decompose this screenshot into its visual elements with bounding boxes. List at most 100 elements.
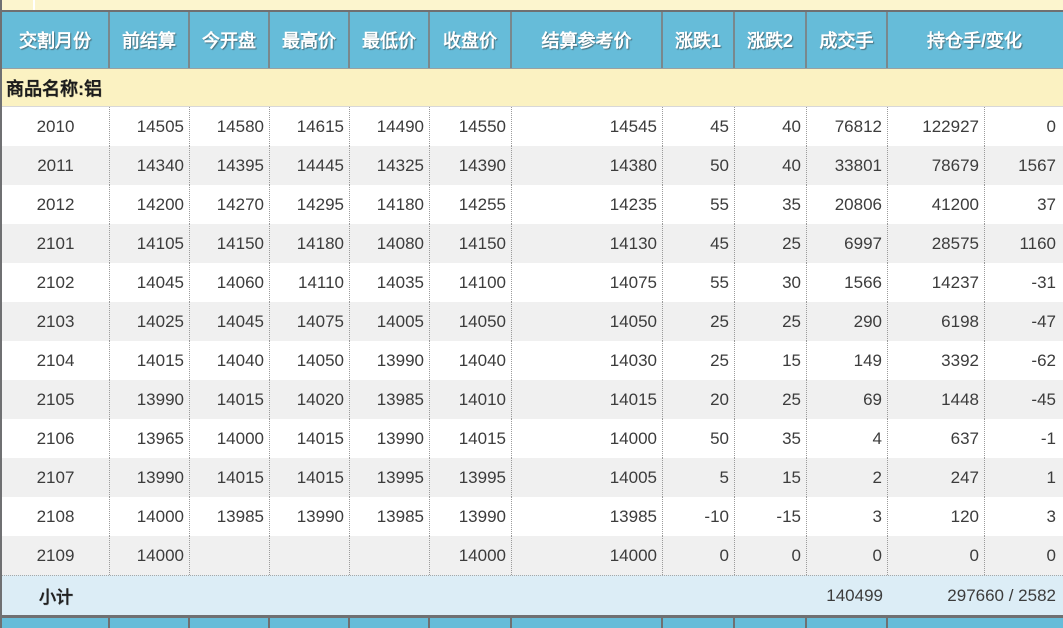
cell-close: 13995	[430, 458, 512, 497]
cell-change1: 45	[663, 107, 735, 146]
column-header-prev-settle: 前结算	[110, 12, 190, 68]
cell-close: 14390	[430, 146, 512, 185]
cell-change1: 0	[663, 536, 735, 575]
table-row[interactable]: 2105 13990 14015 14020 13985 14010 14015…	[2, 380, 1063, 419]
cell-delivery-month: 2101	[2, 224, 110, 263]
cell-change2: 25	[735, 380, 807, 419]
column-header-open: 今开盘	[190, 12, 270, 68]
cell-low: 14035	[350, 263, 430, 302]
table-row[interactable]: 2106 13965 14000 14015 13990 14015 14000…	[2, 419, 1063, 458]
cell-change1: 45	[663, 224, 735, 263]
cell-close: 14010	[430, 380, 512, 419]
cell-open-interest: 3392	[888, 341, 985, 380]
cell-prev-settle: 14025	[110, 302, 190, 341]
next-table-header-edge	[2, 618, 1063, 628]
cell-open-interest: 6198	[888, 302, 985, 341]
subtotal-row: 小计 140499 297660 / 2582	[2, 575, 1063, 615]
cell-prev-settle: 14000	[110, 497, 190, 536]
cell-settle-ref: 14075	[512, 263, 663, 302]
cell-volume: 149	[807, 341, 888, 380]
cell-open-interest: 78679	[888, 146, 985, 185]
subtotal-volume: 140499	[826, 585, 883, 605]
cell-open-interest: 637	[888, 419, 985, 458]
cell-open-interest: 0	[888, 536, 985, 575]
table-body: 2010 14505 14580 14615 14490 14550 14545…	[2, 107, 1063, 575]
table-row[interactable]: 2104 14015 14040 14050 13990 14040 14030…	[2, 341, 1063, 380]
cell-oi-change: 37	[1037, 194, 1056, 214]
cell-settle-ref: 14000	[512, 536, 663, 575]
cell-oi-change: -1	[1040, 428, 1056, 448]
cell-prev-settle: 14015	[110, 341, 190, 380]
cell-low: 14490	[350, 107, 430, 146]
column-header-volume: 成交手	[807, 12, 888, 68]
cell-change2: 15	[735, 341, 807, 380]
cell-open: 14395	[190, 146, 270, 185]
cell-open-interest: 247	[888, 458, 985, 497]
table-row[interactable]: 2011 14340 14395 14445 14325 14390 14380…	[2, 146, 1063, 185]
column-header-settle-ref: 结算参考价	[512, 12, 663, 68]
table-row[interactable]: 2103 14025 14045 14075 14005 14050 14050…	[2, 302, 1063, 341]
cell-delivery-month: 2105	[2, 380, 110, 419]
cell-high: 14050	[270, 341, 350, 380]
cell-open-interest: 41200	[888, 185, 985, 224]
futures-quote-table: 交割月份 前结算 今开盘 最高价 最低价 收盘价 结算参考价 涨跌1 涨跌2 成…	[0, 0, 1063, 628]
cell-high	[270, 536, 350, 575]
cell-oi-change: 3	[1046, 506, 1056, 526]
cell-close: 14150	[430, 224, 512, 263]
table-row[interactable]: 2102 14045 14060 14110 14035 14100 14075…	[2, 263, 1063, 302]
cell-settle-ref: 14545	[512, 107, 663, 146]
cell-high: 14295	[270, 185, 350, 224]
cell-high: 14075	[270, 302, 350, 341]
cell-open: 14060	[190, 263, 270, 302]
cell-high: 14110	[270, 263, 350, 302]
cell-settle-ref: 13985	[512, 497, 663, 536]
cell-low: 14180	[350, 185, 430, 224]
cell-high: 14015	[270, 419, 350, 458]
cell-oi-change: 1160	[1019, 233, 1056, 253]
cell-close: 14015	[430, 419, 512, 458]
cell-high: 14615	[270, 107, 350, 146]
cell-settle-ref: 14130	[512, 224, 663, 263]
cell-low	[350, 536, 430, 575]
cell-prev-settle: 13990	[110, 458, 190, 497]
cell-delivery-month: 2109	[2, 536, 110, 575]
cell-low: 14080	[350, 224, 430, 263]
cell-volume: 2	[807, 458, 888, 497]
table-row[interactable]: 2101 14105 14150 14180 14080 14150 14130…	[2, 224, 1063, 263]
cell-settle-ref: 14030	[512, 341, 663, 380]
cell-open-interest: 1448	[888, 380, 985, 419]
cell-delivery-month: 2012	[2, 185, 110, 224]
subtotal-spacer	[110, 576, 807, 615]
cell-delivery-month: 2010	[2, 107, 110, 146]
cell-oi-change: -47	[1031, 311, 1056, 331]
cell-open: 14040	[190, 341, 270, 380]
cell-high: 14180	[270, 224, 350, 263]
cell-oi-change: 0	[1046, 116, 1056, 136]
cell-delivery-month: 2103	[2, 302, 110, 341]
cell-low: 13990	[350, 341, 430, 380]
cell-change1: 50	[663, 419, 735, 458]
cell-change2: 40	[735, 146, 807, 185]
cell-close: 14000	[430, 536, 512, 575]
table-row[interactable]: 2012 14200 14270 14295 14180 14255 14235…	[2, 185, 1063, 224]
cell-open: 14015	[190, 380, 270, 419]
table-row[interactable]: 2108 14000 13985 13990 13985 13990 13985…	[2, 497, 1063, 536]
cell-oi-change: -31	[1031, 272, 1056, 292]
cell-oi-change: -62	[1031, 350, 1056, 370]
cell-settle-ref: 14005	[512, 458, 663, 497]
cell-change1: 25	[663, 302, 735, 341]
cell-change1: 5	[663, 458, 735, 497]
cell-oi-change: -45	[1031, 389, 1056, 409]
previous-section-cell-divider	[33, 0, 35, 10]
cell-open	[190, 536, 270, 575]
cell-oi-change: 1567	[1018, 155, 1056, 175]
table-row[interactable]: 2107 13990 14015 14015 13995 13995 14005…	[2, 458, 1063, 497]
cell-delivery-month: 2108	[2, 497, 110, 536]
cell-volume: 76812	[807, 107, 888, 146]
cell-prev-settle: 14200	[110, 185, 190, 224]
cell-low: 13985	[350, 380, 430, 419]
cell-close: 14550	[430, 107, 512, 146]
table-row[interactable]: 2010 14505 14580 14615 14490 14550 14545…	[2, 107, 1063, 146]
table-row[interactable]: 2109 14000 14000 14000 0 0 0 0 0	[2, 536, 1063, 575]
cell-prev-settle: 14505	[110, 107, 190, 146]
